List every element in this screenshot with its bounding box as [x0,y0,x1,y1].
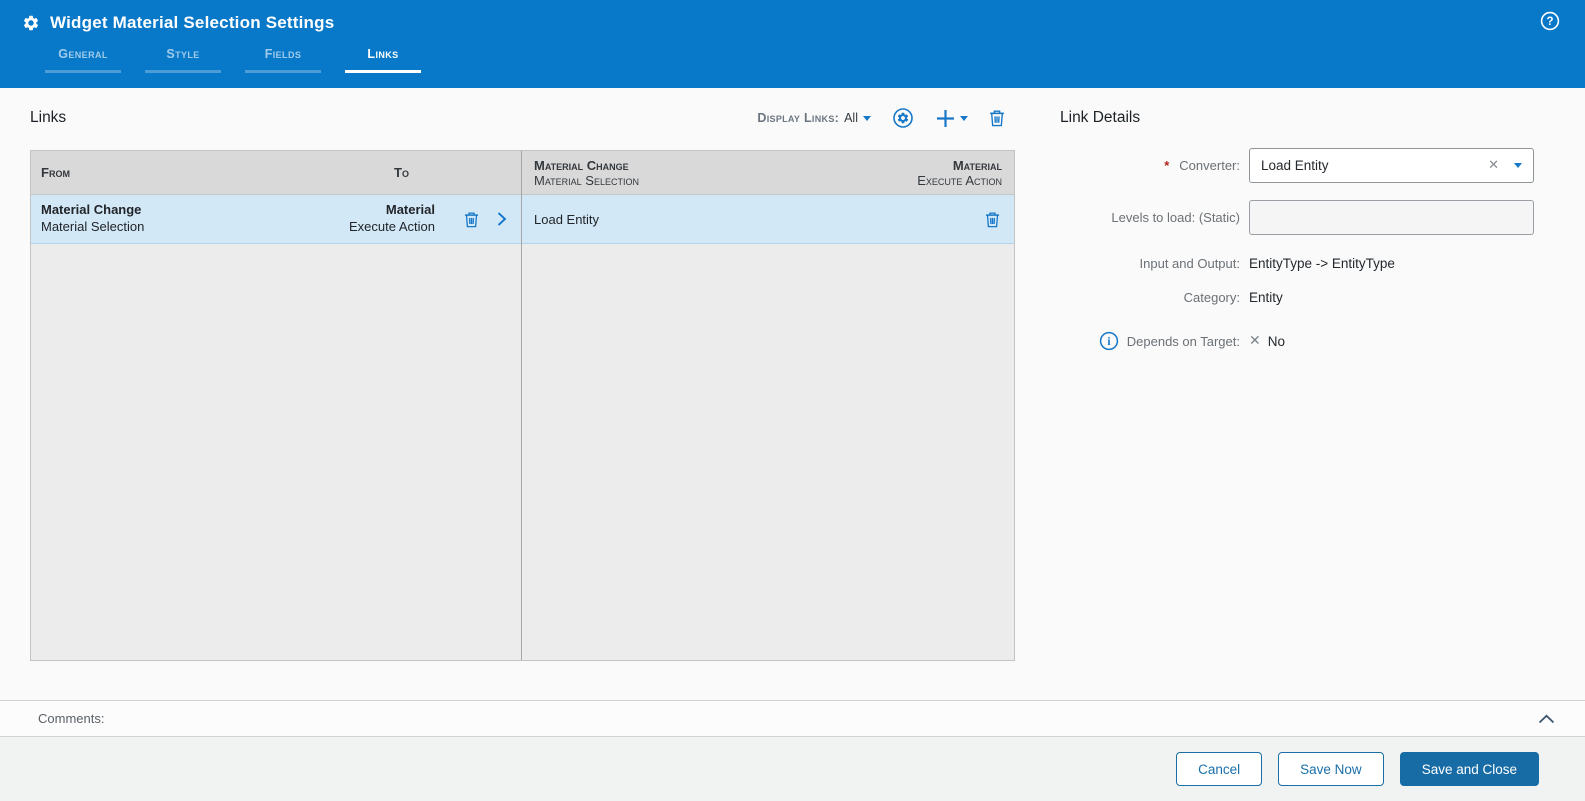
comments-toggle-bar[interactable]: Comments: [0,700,1585,737]
tab-fields[interactable]: Fields [245,47,321,73]
link-converters-table: Material Change Material Selection Mater… [522,151,1014,660]
chevron-right-icon [497,212,507,226]
header-to-detail: Execute Action [917,172,1002,188]
trash-icon [990,110,1004,127]
widget-settings-dialog: Widget Material Selection Settings ? Gen… [0,0,1585,801]
category-label: Category: [1183,289,1240,305]
display-links-dropdown[interactable]: Display Links: All [757,111,871,125]
levels-to-load-label: Levels to load: (Static) [1111,210,1240,225]
dialog-header: Widget Material Selection Settings ? Gen… [0,0,1585,88]
save-and-close-button[interactable]: Save and Close [1399,752,1539,786]
category-value: Entity [1249,289,1283,305]
delete-link-icon[interactable] [464,211,479,228]
plus-icon [937,109,954,127]
input-output-label: Input and Output: [1139,255,1240,271]
display-links-value: All [844,111,858,125]
auto-bind-gear-icon[interactable] [892,107,914,129]
chevron-up-icon [1538,714,1555,723]
clear-converter-icon[interactable]: ✕ [1488,158,1499,173]
expand-link-icon[interactable] [496,211,507,227]
display-links-label: Display Links: [757,111,840,125]
depends-on-target-label: i Depends on Target: [1045,331,1249,351]
add-link-button[interactable] [935,108,968,129]
link-to-name: Material [385,202,435,218]
links-toolbar: Display Links: All [757,104,1005,132]
converter-value: Load Entity [1261,158,1329,173]
link-from-detail: Material Selection [41,219,145,234]
links-tables: From To Material Change Material Selecti… [30,150,1015,661]
cancel-button[interactable]: Cancel [1176,752,1263,786]
converters-table-body [522,244,1014,660]
info-icon[interactable]: i [1099,331,1119,351]
column-header-to: To [394,165,409,180]
column-header-from: From [41,165,70,180]
dialog-footer: Cancel Save Now Save and Close [0,737,1585,801]
header-from-detail: Material Selection [534,172,639,188]
converters-table-header: Material Change Material Selection Mater… [522,151,1014,195]
settings-gear-icon [22,14,40,32]
save-now-button[interactable]: Save Now [1278,752,1384,786]
link-row-selected[interactable]: Material Change Material Selection Mater… [31,195,521,244]
converter-row-selected[interactable]: Load Entity [522,195,1014,244]
input-output-value: EntityType -> EntityType [1249,255,1395,271]
depends-on-target-value: ✕ No [1249,333,1285,349]
collapse-comments-icon[interactable] [1538,714,1555,724]
header-to-name: Material [952,157,1002,173]
chevron-down-icon [960,115,968,121]
from-to-table-body [31,244,521,660]
from-to-table: From To Material Change Material Selecti… [31,151,522,660]
chevron-down-icon[interactable] [1514,163,1522,168]
trash-icon [986,211,999,227]
comments-label: Comments: [38,711,105,726]
link-to-detail: Execute Action [349,219,435,234]
trash-icon [465,211,478,227]
tab-links[interactable]: Links [345,47,421,73]
tab-general[interactable]: General [45,47,121,73]
svg-text:?: ? [1546,16,1553,28]
converter-label: * Converter: [1164,158,1240,173]
dialog-title: Widget Material Selection Settings [50,13,335,32]
svg-text:i: i [1107,336,1111,348]
help-icon[interactable]: ? [1540,11,1560,34]
x-mark-icon: ✕ [1249,333,1261,349]
required-marker: * [1164,158,1170,173]
delete-converter-icon[interactable] [985,211,1000,228]
tab-style[interactable]: Style [145,47,221,73]
converter-combobox[interactable]: Load Entity ✕ [1249,148,1534,183]
converter-name: Load Entity [534,211,600,227]
header-from-name: Material Change [534,157,629,173]
delete-links-button[interactable] [989,109,1005,127]
links-section-title: Links [30,109,67,126]
link-from-name: Material Change [41,202,142,218]
levels-to-load-input[interactable] [1249,200,1534,235]
link-details-form: * Converter: Load Entity ✕ Levels to loa… [1045,148,1545,364]
from-to-table-header: From To [31,151,521,195]
chevron-down-icon [863,115,871,121]
tab-bar: General Style Fields Links [45,47,445,73]
link-details-title: Link Details [1060,109,1141,126]
